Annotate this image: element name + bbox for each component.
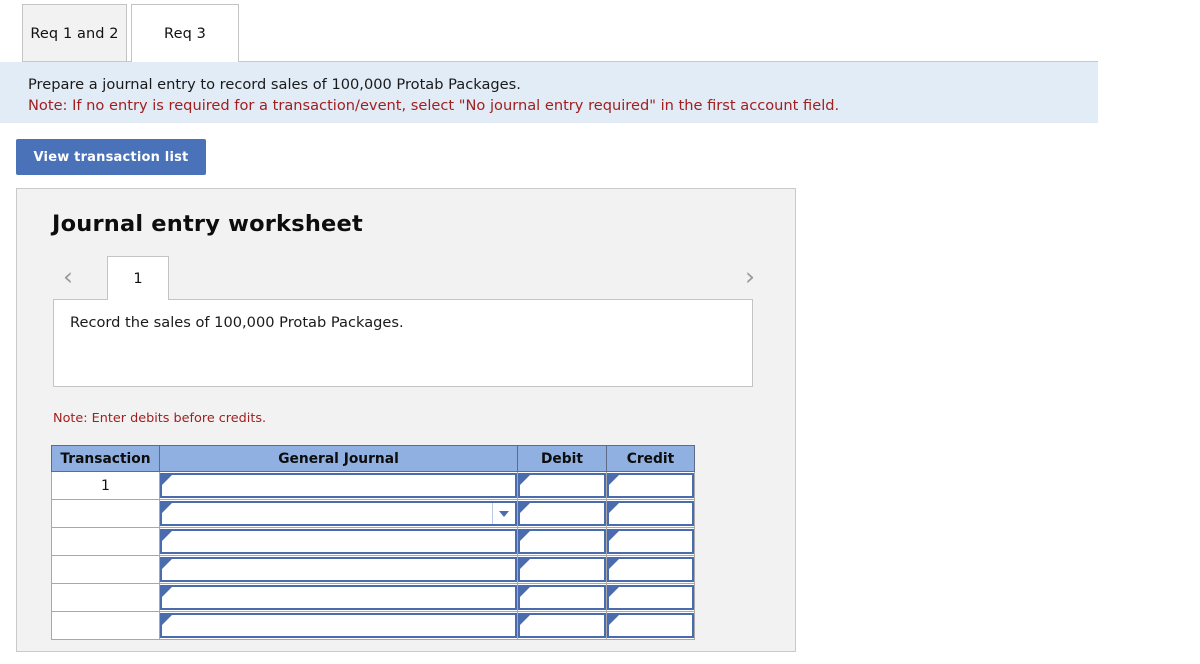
cell-corner-marker-icon xyxy=(520,587,530,597)
tab-label: Req 1 and 2 xyxy=(30,25,119,42)
column-header-transaction: Transaction xyxy=(51,445,160,472)
table-row xyxy=(51,583,695,612)
general-journal-input-cell xyxy=(159,583,518,612)
general-journal-input[interactable] xyxy=(160,585,517,610)
cell-corner-marker-icon xyxy=(162,615,172,625)
debit-input-cell xyxy=(517,611,607,640)
credit-input[interactable] xyxy=(607,613,694,638)
cell-corner-marker-icon xyxy=(609,503,619,513)
debit-input[interactable] xyxy=(518,473,606,498)
cell-corner-marker-icon xyxy=(609,531,619,541)
debit-input-cell xyxy=(517,471,607,500)
instruction-note: Note: If no entry is required for a tran… xyxy=(28,97,840,114)
cell-corner-marker-icon xyxy=(162,475,172,485)
general-journal-input-cell xyxy=(159,499,518,528)
transaction-cell: 1 xyxy=(51,471,160,500)
tab-label: Req 3 xyxy=(164,25,206,42)
transaction-cell xyxy=(51,555,160,584)
credit-input-cell xyxy=(606,499,695,528)
cell-corner-marker-icon xyxy=(162,559,172,569)
cell-corner-marker-icon xyxy=(162,503,172,513)
table-row xyxy=(51,527,695,556)
credit-input-cell xyxy=(606,583,695,612)
credit-input[interactable] xyxy=(607,529,694,554)
cell-corner-marker-icon xyxy=(520,475,530,485)
cell-corner-marker-icon xyxy=(520,559,530,569)
worksheet-description-box: Record the sales of 100,000 Protab Packa… xyxy=(53,299,753,387)
chevron-right-icon[interactable]: › xyxy=(739,264,761,290)
debit-input[interactable] xyxy=(518,557,606,582)
instruction-banner: Prepare a journal entry to record sales … xyxy=(0,62,1098,123)
general-journal-input-cell xyxy=(159,555,518,584)
worksheet-page-label: 1 xyxy=(133,270,143,287)
table-header-row: Transaction General Journal Debit Credit xyxy=(51,445,695,472)
journal-entry-table-body: 1 xyxy=(51,471,695,640)
credit-input[interactable] xyxy=(607,585,694,610)
transaction-cell xyxy=(51,611,160,640)
view-transaction-list-button[interactable]: View transaction list xyxy=(16,139,206,175)
cell-corner-marker-icon xyxy=(520,531,530,541)
credit-input-cell xyxy=(606,555,695,584)
table-row: 1 xyxy=(51,471,695,500)
tab-req-3[interactable]: Req 3 xyxy=(131,4,239,62)
column-header-credit: Credit xyxy=(606,445,695,472)
page-title: Journal entry worksheet xyxy=(52,211,363,237)
table-row xyxy=(51,611,695,640)
general-journal-input-cell xyxy=(159,611,518,640)
column-header-debit: Debit xyxy=(517,445,607,472)
general-journal-input[interactable] xyxy=(160,501,517,526)
instruction-text: Prepare a journal entry to record sales … xyxy=(28,76,521,93)
table-row xyxy=(51,499,695,528)
credit-input-cell xyxy=(606,611,695,640)
debit-input-cell xyxy=(517,499,607,528)
transaction-cell xyxy=(51,499,160,528)
tab-strip: Req 1 and 2 Req 3 xyxy=(0,0,1200,62)
chevron-down-icon xyxy=(498,510,509,517)
account-dropdown-toggle[interactable] xyxy=(492,503,514,524)
column-header-general-journal: General Journal xyxy=(159,445,518,472)
debits-before-credits-note: Note: Enter debits before credits. xyxy=(53,411,267,426)
debit-input[interactable] xyxy=(518,501,606,526)
transaction-cell xyxy=(51,527,160,556)
tab-req-1-and-2[interactable]: Req 1 and 2 xyxy=(22,4,127,62)
debit-input[interactable] xyxy=(518,585,606,610)
worksheet-pager: ‹ 1 › xyxy=(17,256,795,300)
general-journal-input-cell xyxy=(159,471,518,500)
credit-input[interactable] xyxy=(607,501,694,526)
worksheet-page-tab-1[interactable]: 1 xyxy=(107,256,169,300)
general-journal-input[interactable] xyxy=(160,473,517,498)
general-journal-input[interactable] xyxy=(160,613,517,638)
cell-corner-marker-icon xyxy=(609,559,619,569)
journal-entry-worksheet-panel: Journal entry worksheet ‹ 1 › Record the… xyxy=(16,188,796,652)
debit-input-cell xyxy=(517,527,607,556)
transaction-cell xyxy=(51,583,160,612)
cell-corner-marker-icon xyxy=(162,587,172,597)
credit-input-cell xyxy=(606,471,695,500)
debit-input[interactable] xyxy=(518,613,606,638)
general-journal-input-cell xyxy=(159,527,518,556)
cell-corner-marker-icon xyxy=(609,587,619,597)
debit-input-cell xyxy=(517,555,607,584)
cell-corner-marker-icon xyxy=(609,475,619,485)
credit-input-cell xyxy=(606,527,695,556)
debit-input-cell xyxy=(517,583,607,612)
worksheet-description-text: Record the sales of 100,000 Protab Packa… xyxy=(70,314,404,331)
cell-corner-marker-icon xyxy=(609,615,619,625)
journal-entry-table: Transaction General Journal Debit Credit… xyxy=(51,445,695,640)
cell-corner-marker-icon xyxy=(162,531,172,541)
general-journal-input[interactable] xyxy=(160,557,517,582)
cell-corner-marker-icon xyxy=(520,503,530,513)
general-journal-input[interactable] xyxy=(160,529,517,554)
chevron-left-icon[interactable]: ‹ xyxy=(57,264,79,290)
debit-input[interactable] xyxy=(518,529,606,554)
table-row xyxy=(51,555,695,584)
credit-input[interactable] xyxy=(607,557,694,582)
cell-corner-marker-icon xyxy=(520,615,530,625)
credit-input[interactable] xyxy=(607,473,694,498)
